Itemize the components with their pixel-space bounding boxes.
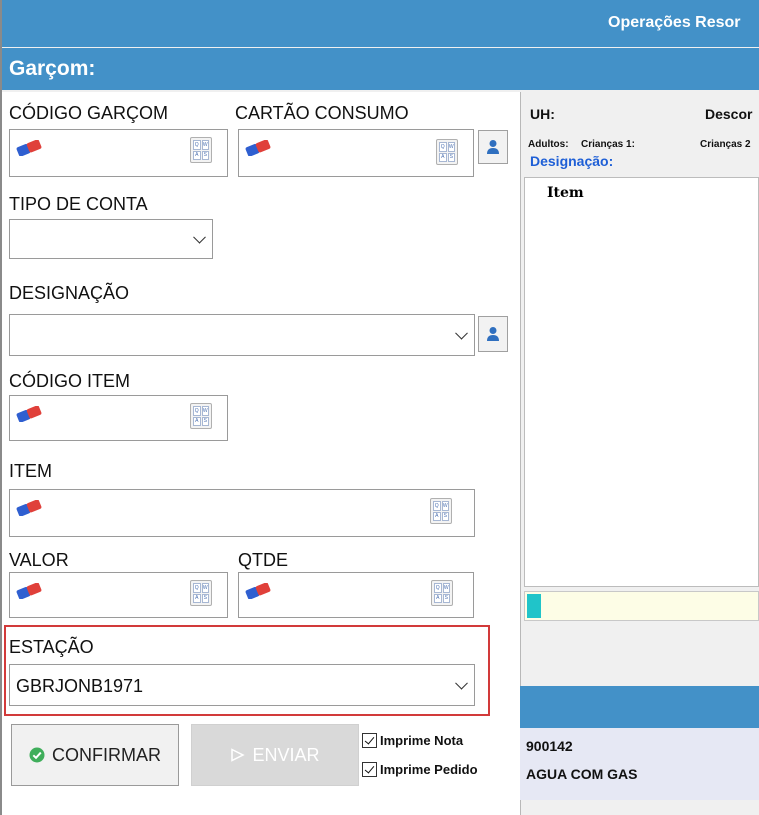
key-s: S	[201, 150, 209, 160]
user-icon	[487, 140, 499, 154]
progress-bar	[524, 591, 759, 621]
desconto-label: Descor	[705, 106, 753, 122]
checkbox-checked-icon[interactable]	[362, 733, 377, 748]
title-bar: Operações Resor	[2, 0, 759, 47]
key-a: A	[193, 416, 201, 426]
items-grid[interactable]: Item	[524, 177, 759, 587]
confirm-button-label: CONFIRMAR	[52, 744, 161, 765]
cartao-consumo-input[interactable]: QWAS	[238, 129, 474, 177]
adultos-label: Adultos:	[528, 139, 569, 150]
criancas1-label: Crianças 1:	[581, 139, 635, 150]
order-item-name: AGUA COM GAS	[526, 766, 638, 782]
key-w: W	[201, 406, 209, 416]
restaurant-operations-window: Operações Resor Garçom: CÓDIGO GARÇOM QW…	[0, 0, 759, 815]
imprime-pedido-label: Imprime Pedido	[380, 762, 478, 777]
key-w: W	[441, 501, 449, 511]
window-title: Operações Resor	[608, 14, 741, 31]
qtde-input[interactable]: QWAS	[238, 572, 474, 618]
tipo-conta-select[interactable]	[9, 219, 213, 259]
codigo-item-input[interactable]: QWAS	[9, 395, 228, 441]
key-s: S	[442, 593, 450, 603]
confirm-button[interactable]: CONFIRMAR	[11, 724, 179, 786]
designacao-lookup-button[interactable]	[478, 316, 508, 352]
send-button-label: ENVIAR	[252, 744, 320, 765]
cartao-consumo-label: CARTÃO CONSUMO	[235, 103, 409, 123]
virtual-keyboard-icon[interactable]: QWAS	[190, 580, 212, 606]
key-q: Q	[434, 583, 442, 593]
key-a: A	[433, 511, 441, 521]
card-customer-lookup-button[interactable]	[478, 130, 508, 164]
designacao-select[interactable]	[9, 314, 475, 356]
checkbox-checked-icon[interactable]	[362, 762, 377, 777]
estacao-label: ESTAÇÃO	[9, 637, 94, 657]
imprime-nota-label: Imprime Nota	[380, 733, 464, 748]
codigo-garcom-input[interactable]: QWAS	[9, 129, 228, 177]
eraser-icon[interactable]	[15, 500, 43, 516]
key-s: S	[441, 511, 449, 521]
key-w: W	[201, 583, 209, 593]
virtual-keyboard-icon[interactable]: QWAS	[431, 580, 453, 606]
virtual-keyboard-icon[interactable]: QWAS	[430, 498, 452, 524]
virtual-keyboard-icon[interactable]: QWAS	[190, 403, 212, 429]
section-header: Garçom:	[2, 48, 759, 90]
key-s: S	[447, 152, 455, 162]
chevron-down-icon	[193, 230, 206, 244]
key-a: A	[434, 593, 442, 603]
key-q: Q	[193, 140, 201, 150]
codigo-garcom-label: CÓDIGO GARÇOM	[9, 103, 169, 123]
chevron-down-icon	[455, 676, 468, 690]
uh-label: UH:	[530, 106, 555, 122]
virtual-keyboard-icon[interactable]: QWAS	[190, 137, 212, 163]
valor-input[interactable]: QWAS	[9, 572, 228, 618]
order-item-card[interactable]: 900142 AGUA COM GAS	[520, 728, 759, 800]
user-icon	[487, 327, 499, 341]
key-a: A	[439, 152, 447, 162]
key-a: A	[193, 593, 201, 603]
qtde-label: QTDE	[238, 550, 289, 570]
eraser-icon[interactable]	[15, 140, 43, 156]
imprime-pedido-checkbox[interactable]: Imprime Pedido	[362, 762, 478, 777]
eraser-icon[interactable]	[15, 406, 43, 422]
key-w: W	[201, 140, 209, 150]
key-q: Q	[433, 501, 441, 511]
play-icon	[231, 748, 246, 762]
key-a: A	[193, 150, 201, 160]
eraser-icon[interactable]	[15, 583, 43, 599]
estacao-value: GBRJONB1971	[16, 676, 144, 696]
orders-header-bar	[520, 686, 759, 728]
grid-header-item: Item	[547, 185, 584, 201]
valor-label: VALOR	[9, 550, 69, 570]
virtual-keyboard-icon[interactable]: QWAS	[436, 139, 458, 165]
eraser-icon[interactable]	[244, 583, 272, 599]
designacao-summary-label: Designação:	[530, 153, 614, 169]
key-q: Q	[193, 583, 201, 593]
send-button[interactable]: ENVIAR	[191, 724, 359, 786]
designacao-label: DESIGNAÇÃO	[9, 283, 130, 303]
order-item-code: 900142	[526, 738, 573, 754]
section-title: Garçom:	[9, 57, 96, 80]
check-circle-icon	[29, 747, 45, 763]
imprime-nota-checkbox[interactable]: Imprime Nota	[362, 733, 463, 748]
estacao-select[interactable]: GBRJONB1971	[9, 664, 475, 706]
progress-bar-fill	[527, 594, 541, 618]
key-s: S	[201, 593, 209, 603]
codigo-item-label: CÓDIGO ITEM	[9, 371, 130, 391]
key-q: Q	[439, 142, 447, 152]
key-w: W	[447, 142, 455, 152]
item-label: ITEM	[9, 461, 52, 481]
eraser-icon[interactable]	[244, 140, 272, 156]
key-s: S	[201, 416, 209, 426]
item-input[interactable]: QWAS	[9, 489, 475, 537]
key-w: W	[442, 583, 450, 593]
tipo-conta-label: TIPO DE CONTA	[9, 194, 148, 214]
chevron-down-icon	[455, 326, 468, 340]
key-q: Q	[193, 406, 201, 416]
criancas2-label: Crianças 2	[700, 139, 751, 150]
